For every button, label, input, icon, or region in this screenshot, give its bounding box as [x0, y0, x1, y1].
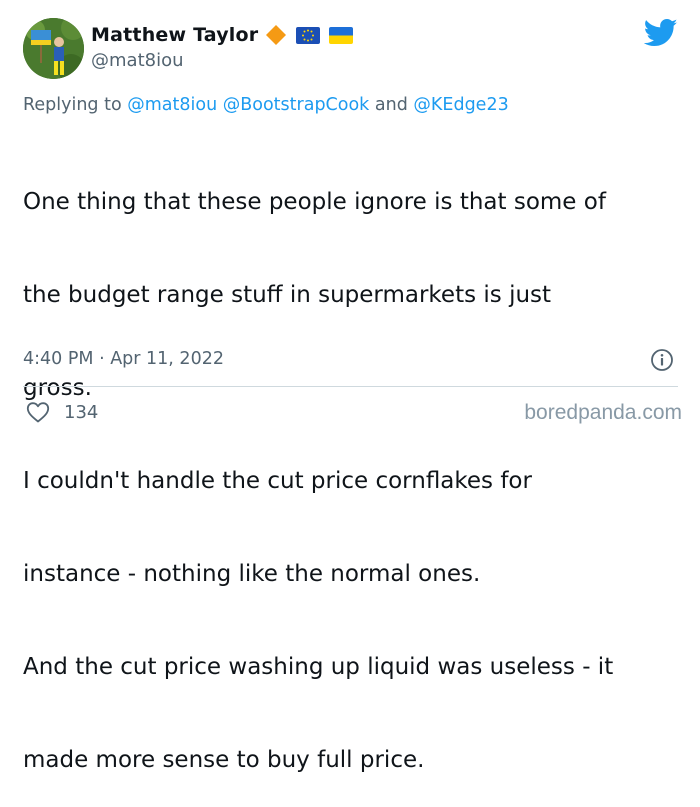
tweet-timestamp[interactable]: 4:40 PM · Apr 11, 2022: [23, 349, 224, 369]
author-handle[interactable]: @mat8iou: [91, 50, 184, 71]
info-icon[interactable]: [650, 348, 674, 372]
like-button[interactable]: 134: [26, 401, 98, 423]
tweet-line: instance - nothing like the normal ones.: [23, 561, 481, 587]
reply-mention-3[interactable]: @KEdge23: [413, 95, 508, 115]
reply-mention-2[interactable]: @BootstrapCook: [223, 95, 370, 115]
tweet-line: the budget range stuff in supermarkets i…: [23, 282, 552, 308]
author-display-name[interactable]: Matthew Taylor: [91, 24, 258, 46]
avatar[interactable]: [23, 18, 84, 79]
twitter-bird-icon[interactable]: [644, 18, 678, 48]
divider: [23, 386, 678, 387]
tweet-line: gross.: [23, 375, 92, 401]
tweet-line: And the cut price washing up liquid was …: [23, 654, 614, 680]
tweet-line: I couldn't handle the cut price cornflak…: [23, 468, 532, 494]
watermark: boredpanda.com: [524, 401, 682, 424]
author-name-row: Matthew Taylor: [91, 22, 354, 48]
tweet-line: One thing that these people ignore is th…: [23, 189, 606, 215]
tweet-line: made more sense to buy full price.: [23, 747, 425, 773]
avatar-image: [23, 18, 84, 79]
orange-diamond-icon: [266, 25, 287, 45]
reply-prefix: Replying to: [23, 95, 122, 115]
heart-icon[interactable]: [26, 401, 50, 423]
eu-flag-icon: [296, 26, 321, 44]
tweet-body: One thing that these people ignore is th…: [23, 125, 688, 807]
ukraine-flag-icon: [329, 26, 354, 44]
reply-context: Replying to @mat8iou @BootstrapCook and …: [23, 95, 509, 115]
reply-conjunction: and: [374, 95, 408, 115]
reply-mention-1[interactable]: @mat8iou: [127, 95, 217, 115]
author-badges: [265, 24, 354, 46]
like-count: 134: [64, 401, 99, 423]
